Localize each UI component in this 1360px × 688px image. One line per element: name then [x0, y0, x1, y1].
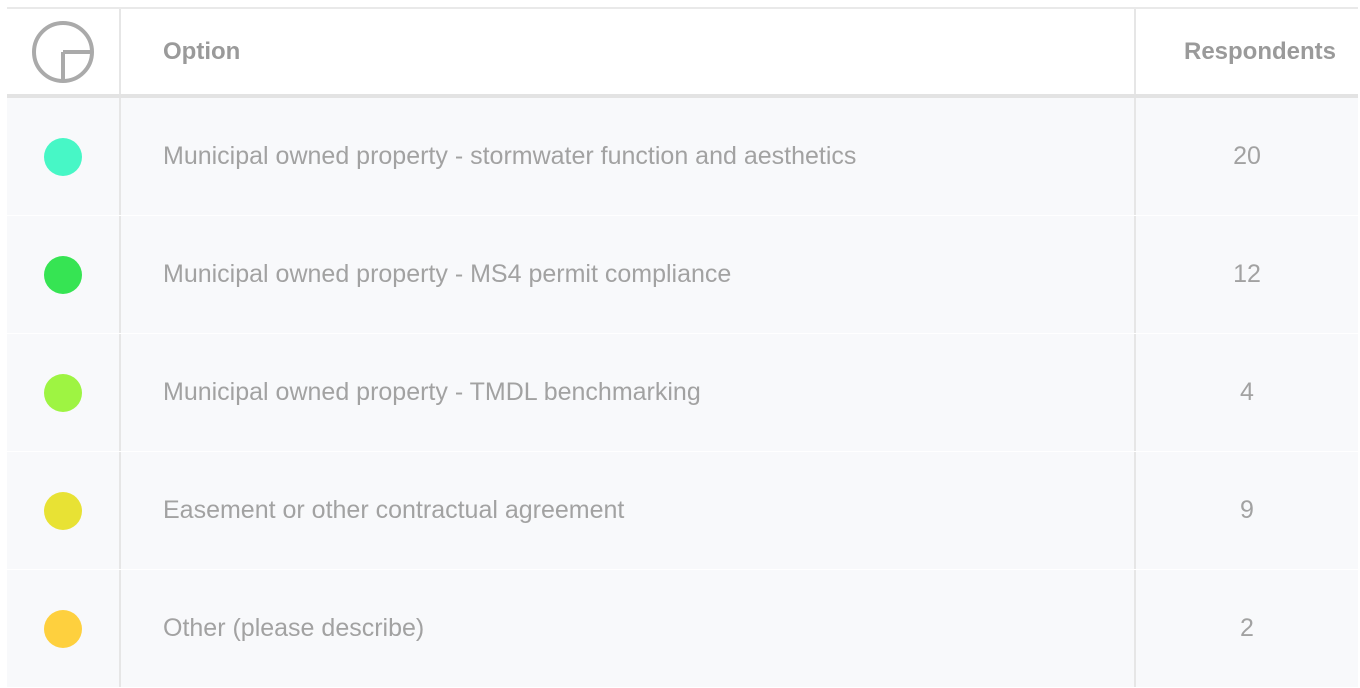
color-dot — [44, 373, 82, 412]
respondents-column-header: Respondents — [1183, 37, 1336, 65]
color-dot — [44, 255, 82, 294]
option-label: Easement or other contractual agreement — [163, 496, 625, 524]
option-column-header: Option — [163, 37, 241, 65]
color-dot — [44, 137, 82, 176]
header-icon-cell — [7, 9, 121, 94]
respondents-count: 4 — [1240, 378, 1254, 406]
results-table: Option Respondents Municipal owned prope… — [7, 7, 1358, 688]
option-label: Municipal owned property - MS4 permit co… — [163, 260, 732, 288]
color-dot — [44, 491, 82, 530]
option-label: Other (please describe) — [163, 614, 425, 642]
table-row: Other (please describe) 2 — [7, 570, 1358, 688]
respondents-count: 9 — [1240, 496, 1254, 524]
respondents-count: 20 — [1233, 142, 1261, 170]
respondents-count: 12 — [1233, 260, 1261, 288]
header-option-cell: Option — [121, 9, 1136, 94]
option-label: Municipal owned property - stormwater fu… — [163, 142, 857, 170]
respondents-count: 2 — [1240, 614, 1254, 642]
table-row: Easement or other contractual agreement … — [7, 452, 1358, 570]
header-respondents-cell: Respondents — [1136, 9, 1358, 94]
circle-logo-icon — [32, 20, 94, 83]
table-header-row: Option Respondents — [7, 9, 1358, 98]
table-row: Municipal owned property - stormwater fu… — [7, 98, 1358, 216]
color-dot — [44, 609, 82, 648]
table-row: Municipal owned property - TMDL benchmar… — [7, 334, 1358, 452]
table-row: Municipal owned property - MS4 permit co… — [7, 216, 1358, 334]
option-label: Municipal owned property - TMDL benchmar… — [163, 378, 701, 406]
